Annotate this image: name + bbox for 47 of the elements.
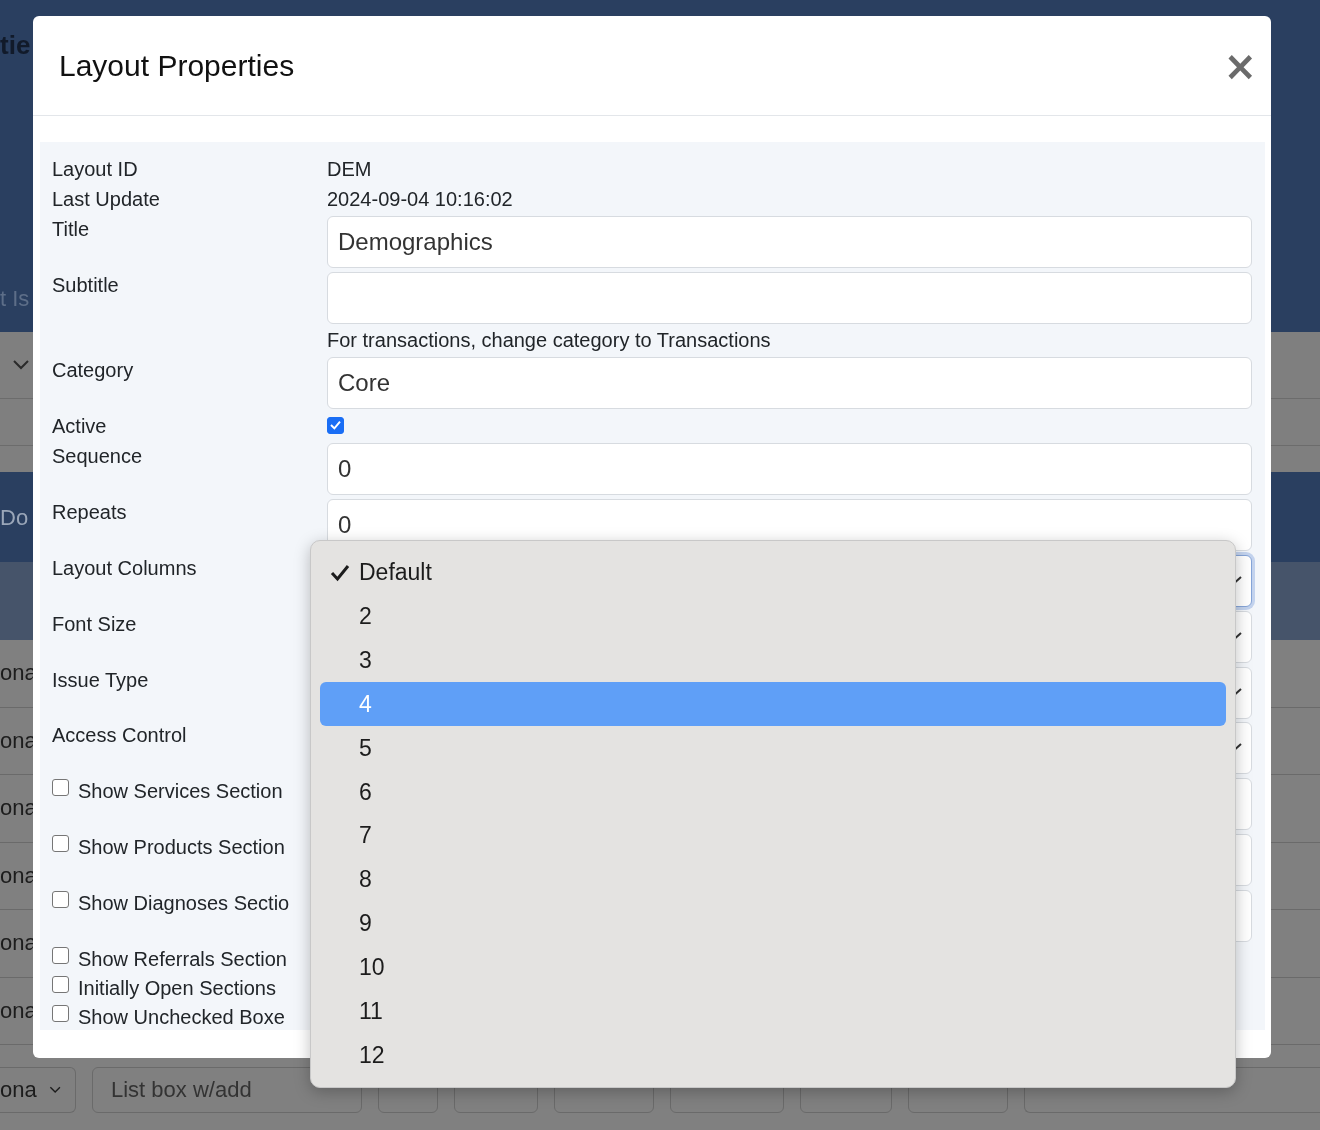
text-field[interactable]: Core bbox=[327, 357, 1252, 410]
checkbox[interactable] bbox=[52, 779, 69, 797]
page-text: Do bbox=[0, 505, 29, 531]
checkbox-label: Show Services Section bbox=[78, 779, 283, 805]
text-field[interactable]: 0 bbox=[327, 443, 1252, 495]
checkbox[interactable] bbox=[52, 946, 69, 964]
text-field[interactable]: Demographics bbox=[327, 215, 1252, 268]
field-label: Access Control bbox=[52, 723, 188, 749]
field-label: Font Size bbox=[52, 611, 138, 637]
checkbox[interactable] bbox=[327, 416, 344, 434]
field-label: Repeats bbox=[52, 499, 128, 525]
text-field[interactable] bbox=[327, 271, 1252, 324]
hint-text: For transactions, change category to Transactions bbox=[327, 328, 772, 354]
menu-option[interactable]: 8 bbox=[320, 857, 1226, 902]
chevron-down-icon bbox=[48, 1084, 61, 1096]
field-label: Sequence bbox=[52, 444, 144, 469]
modal-title: Layout Properties bbox=[59, 48, 295, 83]
field-label: Layout Columns bbox=[52, 555, 198, 581]
menu-option[interactable]: 11 bbox=[320, 989, 1226, 1034]
field-label: Last Update bbox=[52, 186, 161, 212]
field-value: 2024-09-04 10:16:02 bbox=[327, 186, 514, 212]
field-label: Layout ID bbox=[52, 157, 139, 182]
checkbox[interactable] bbox=[52, 835, 69, 853]
checkbox-label: Initially Open Sections bbox=[78, 975, 276, 1001]
menu-option[interactable]: 3 bbox=[320, 638, 1226, 683]
menu-option[interactable]: 10 bbox=[320, 945, 1226, 990]
field-label: Title bbox=[52, 216, 91, 242]
menu-option[interactable]: Default bbox=[320, 551, 1226, 595]
menu-option[interactable]: 9 bbox=[320, 901, 1226, 946]
field-label: Subtitle bbox=[52, 272, 120, 298]
menu-option[interactable]: 5 bbox=[320, 726, 1226, 771]
checkbox[interactable] bbox=[52, 891, 69, 908]
close-button[interactable]: × bbox=[1223, 45, 1257, 86]
checkbox-label: Show Diagnoses Sectio bbox=[78, 891, 290, 916]
field-label: Issue Type bbox=[52, 667, 150, 693]
menu-option[interactable]: 2 bbox=[320, 594, 1226, 639]
checkbox[interactable] bbox=[52, 1004, 69, 1022]
chevron-down-icon bbox=[12, 359, 30, 371]
field-value: DEM bbox=[327, 157, 373, 182]
field-label: Active bbox=[52, 414, 108, 440]
checkbox-label: Show Products Section bbox=[78, 835, 285, 861]
checkbox[interactable] bbox=[52, 975, 69, 993]
menu-option[interactable]: 6 bbox=[320, 770, 1226, 814]
field-label: Category bbox=[52, 358, 135, 384]
checkbox-label: Show Unchecked Boxe bbox=[78, 1004, 285, 1030]
checkbox-label: Show Referrals Section bbox=[78, 946, 287, 972]
menu-option[interactable]: 7 bbox=[320, 813, 1226, 858]
